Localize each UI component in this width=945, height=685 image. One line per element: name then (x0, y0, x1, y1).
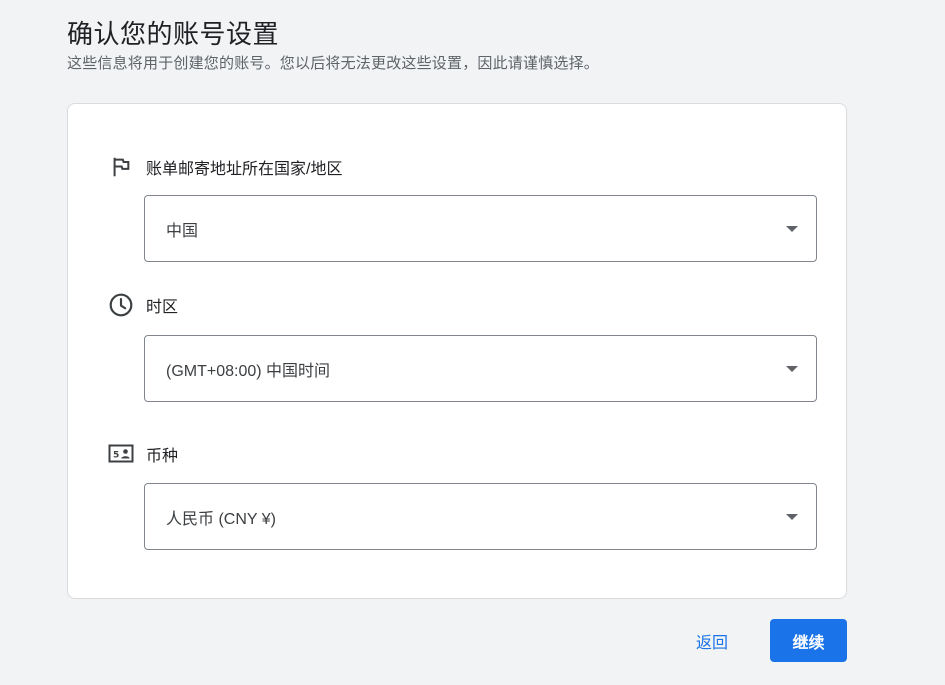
timezone-select[interactable]: (GMT+08:00) 中国时间 (144, 335, 817, 402)
country-value: 中国 (166, 222, 199, 240)
country-select[interactable]: 中国 (144, 195, 817, 262)
country-section-label: 账单邮寄地址所在国家/地区 (108, 154, 342, 180)
currency-icon: 5 (108, 441, 134, 467)
page-title: 确认您的账号设置 (67, 19, 280, 49)
chevron-down-icon (786, 225, 798, 232)
flag-icon (108, 154, 134, 180)
timezone-label: 时区 (146, 299, 179, 316)
country-label: 账单邮寄地址所在国家/地区 (146, 161, 343, 178)
page-subtitle: 这些信息将用于创建您的账号。您以后将无法更改这些设置，因此请谨慎选择。 (67, 55, 600, 72)
chevron-down-icon (786, 365, 798, 372)
currency-label: 币种 (146, 448, 179, 465)
svg-text:5: 5 (113, 451, 119, 461)
clock-icon (108, 292, 134, 318)
continue-button[interactable]: 继续 (770, 619, 847, 662)
currency-select[interactable]: 人民币 (CNY ¥) (144, 483, 817, 550)
currency-section-label: 5 币种 (108, 441, 178, 467)
account-settings-page: 确认您的账号设置 这些信息将用于创建您的账号。您以后将无法更改这些设置，因此请谨… (0, 0, 945, 685)
settings-card: 账单邮寄地址所在国家/地区 中国 时区 (GMT+08:00) 中国时间 5 币… (67, 103, 847, 599)
currency-value: 人民币 (CNY ¥) (166, 510, 276, 528)
timezone-section-label: 时区 (108, 292, 178, 318)
back-button[interactable]: 返回 (682, 620, 742, 662)
chevron-down-icon (786, 513, 798, 520)
timezone-value: (GMT+08:00) 中国时间 (166, 362, 331, 380)
